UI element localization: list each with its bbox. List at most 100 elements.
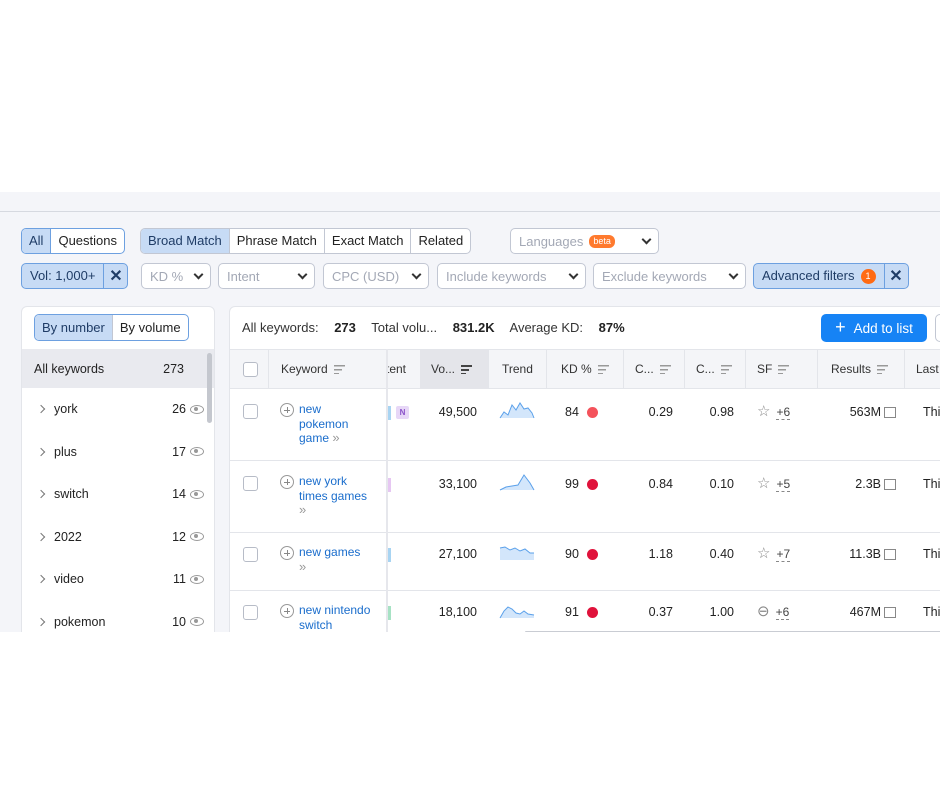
keyword-link[interactable]: new nintendo switch bbox=[299, 603, 376, 632]
header-label: KD % bbox=[561, 362, 592, 376]
kd-filter-label: KD % bbox=[150, 268, 184, 284]
last-update-header[interactable]: Last bbox=[916, 350, 939, 389]
horizontal-scrollbar[interactable] bbox=[525, 631, 940, 632]
add-to-list-button[interactable]: + Add to list bbox=[821, 314, 927, 342]
cpc-cell: 1.18 bbox=[648, 547, 673, 561]
sf-header[interactable]: SF bbox=[757, 350, 790, 389]
intent-filter-label: Intent bbox=[227, 268, 260, 284]
serp-icon[interactable] bbox=[884, 479, 896, 491]
intent-header[interactable]: tent bbox=[386, 350, 406, 389]
exclude-keywords-label: Exclude keywords bbox=[602, 268, 707, 284]
eye-icon[interactable] bbox=[190, 574, 204, 584]
last-update-cell: Thi bbox=[923, 547, 940, 561]
eye-icon[interactable] bbox=[190, 489, 204, 499]
by-number-button[interactable]: By number bbox=[35, 315, 112, 340]
row-checkbox[interactable] bbox=[243, 605, 258, 620]
sf-more-link[interactable]: +6 bbox=[776, 405, 791, 420]
trend-sparkline bbox=[499, 474, 535, 491]
divider bbox=[0, 211, 940, 212]
tab-questions[interactable]: Questions bbox=[50, 229, 124, 253]
keyword-cell: new york times games» bbox=[280, 474, 370, 518]
group-name: video bbox=[54, 572, 84, 587]
group-item[interactable]: 2022 12 bbox=[22, 516, 214, 559]
double-chevron-icon[interactable]: » bbox=[332, 430, 339, 445]
eye-icon[interactable] bbox=[190, 404, 204, 414]
sf-more-link[interactable]: +5 bbox=[776, 477, 791, 492]
competition-cell: 0.98 bbox=[709, 405, 734, 419]
serp-icon[interactable] bbox=[884, 407, 896, 419]
trend-sparkline bbox=[499, 546, 534, 560]
scrollbar[interactable] bbox=[207, 353, 212, 423]
volume-cell: 18,100 bbox=[438, 605, 477, 619]
group-item[interactable]: plus 17 bbox=[22, 431, 214, 474]
row-checkbox[interactable] bbox=[243, 476, 258, 491]
by-volume-button[interactable]: By volume bbox=[111, 315, 188, 340]
star-icon: ☆ bbox=[757, 403, 771, 420]
eye-icon[interactable] bbox=[190, 532, 204, 542]
double-chevron-icon[interactable]: » bbox=[299, 559, 306, 574]
add-to-list-label: Add to list bbox=[853, 320, 913, 336]
intent-filter-dropdown[interactable]: Intent bbox=[218, 263, 315, 289]
double-chevron-icon[interactable]: » bbox=[299, 502, 306, 517]
keyword-link[interactable]: new york times games» bbox=[299, 474, 370, 518]
cpc-cell: 0.37 bbox=[648, 605, 673, 619]
tab-phrase-match[interactable]: Phrase Match bbox=[228, 229, 324, 253]
eye-icon[interactable] bbox=[190, 617, 204, 627]
languages-dropdown[interactable]: Languages beta bbox=[510, 228, 659, 254]
advanced-filters-chip[interactable]: Advanced filters 1 ✕ bbox=[753, 263, 909, 289]
group-item[interactable]: pokemon 10 bbox=[22, 601, 214, 633]
select-all-checkbox[interactable] bbox=[243, 362, 258, 377]
add-circle-icon[interactable] bbox=[280, 604, 294, 618]
results-cell: 11.3B bbox=[836, 547, 896, 561]
sf-more-link[interactable]: +7 bbox=[776, 547, 791, 562]
kd-header[interactable]: KD % bbox=[561, 350, 609, 389]
add-circle-icon[interactable] bbox=[280, 475, 294, 489]
tab-broad-match[interactable]: Broad Match bbox=[141, 229, 229, 253]
close-icon[interactable]: ✕ bbox=[103, 264, 127, 288]
volume-filter-chip[interactable]: Vol: 1,000+ ✕ bbox=[21, 263, 129, 289]
row-checkbox[interactable] bbox=[243, 404, 258, 419]
divider bbox=[623, 350, 624, 389]
header-label: C... bbox=[696, 362, 715, 376]
intent-badge: N bbox=[396, 406, 409, 419]
results-value: 11.3B bbox=[849, 547, 881, 561]
serp-icon[interactable] bbox=[884, 607, 896, 619]
all-keywords-row[interactable]: All keywords 273 bbox=[22, 349, 214, 388]
group-item[interactable]: switch 14 bbox=[22, 473, 214, 516]
serp-icon[interactable] bbox=[884, 549, 896, 561]
add-circle-icon[interactable] bbox=[280, 546, 294, 560]
export-button[interactable] bbox=[935, 314, 940, 342]
header-label: Last bbox=[916, 362, 939, 376]
sf-more-link[interactable]: +6 bbox=[775, 605, 790, 620]
row-checkbox[interactable] bbox=[243, 547, 258, 562]
keyword-link[interactable]: new pokemon game » bbox=[299, 402, 370, 446]
exclude-keywords-dropdown[interactable]: Exclude keywords bbox=[593, 263, 746, 289]
results-cell: 2.3B bbox=[836, 477, 896, 491]
group-count: 17 bbox=[172, 444, 186, 459]
tab-exact-match[interactable]: Exact Match bbox=[323, 229, 411, 253]
kd-filter-dropdown[interactable]: KD % bbox=[141, 263, 211, 289]
keyword-link[interactable]: new games» bbox=[299, 545, 360, 574]
group-count: 14 bbox=[172, 487, 186, 502]
keyword-text: new games bbox=[299, 545, 361, 559]
tab-related[interactable]: Related bbox=[410, 229, 470, 253]
eye-icon[interactable] bbox=[190, 447, 204, 457]
keyword-header[interactable]: Keyword bbox=[281, 350, 345, 389]
add-circle-icon[interactable] bbox=[280, 403, 294, 417]
tab-all[interactable]: All bbox=[22, 229, 51, 253]
close-icon[interactable]: ✕ bbox=[883, 264, 908, 288]
cpc-filter-dropdown[interactable]: CPC (USD) bbox=[323, 263, 429, 289]
results-header[interactable]: Results bbox=[831, 350, 889, 389]
keyword-cell: new nintendo switch bbox=[280, 603, 376, 632]
group-item[interactable]: york 26 bbox=[22, 388, 214, 431]
header-label: Trend bbox=[502, 362, 533, 376]
trend-header[interactable]: Trend bbox=[502, 350, 533, 389]
trend-sparkline bbox=[499, 606, 535, 619]
cpc-header[interactable]: C... bbox=[635, 350, 671, 389]
volume-header[interactable]: Vo... bbox=[431, 350, 473, 389]
header-label: C... bbox=[635, 362, 654, 376]
competition-header[interactable]: C... bbox=[696, 350, 732, 389]
chevron-right-icon bbox=[36, 490, 46, 499]
include-keywords-dropdown[interactable]: Include keywords bbox=[437, 263, 586, 289]
group-item[interactable]: video 11 bbox=[22, 558, 214, 601]
